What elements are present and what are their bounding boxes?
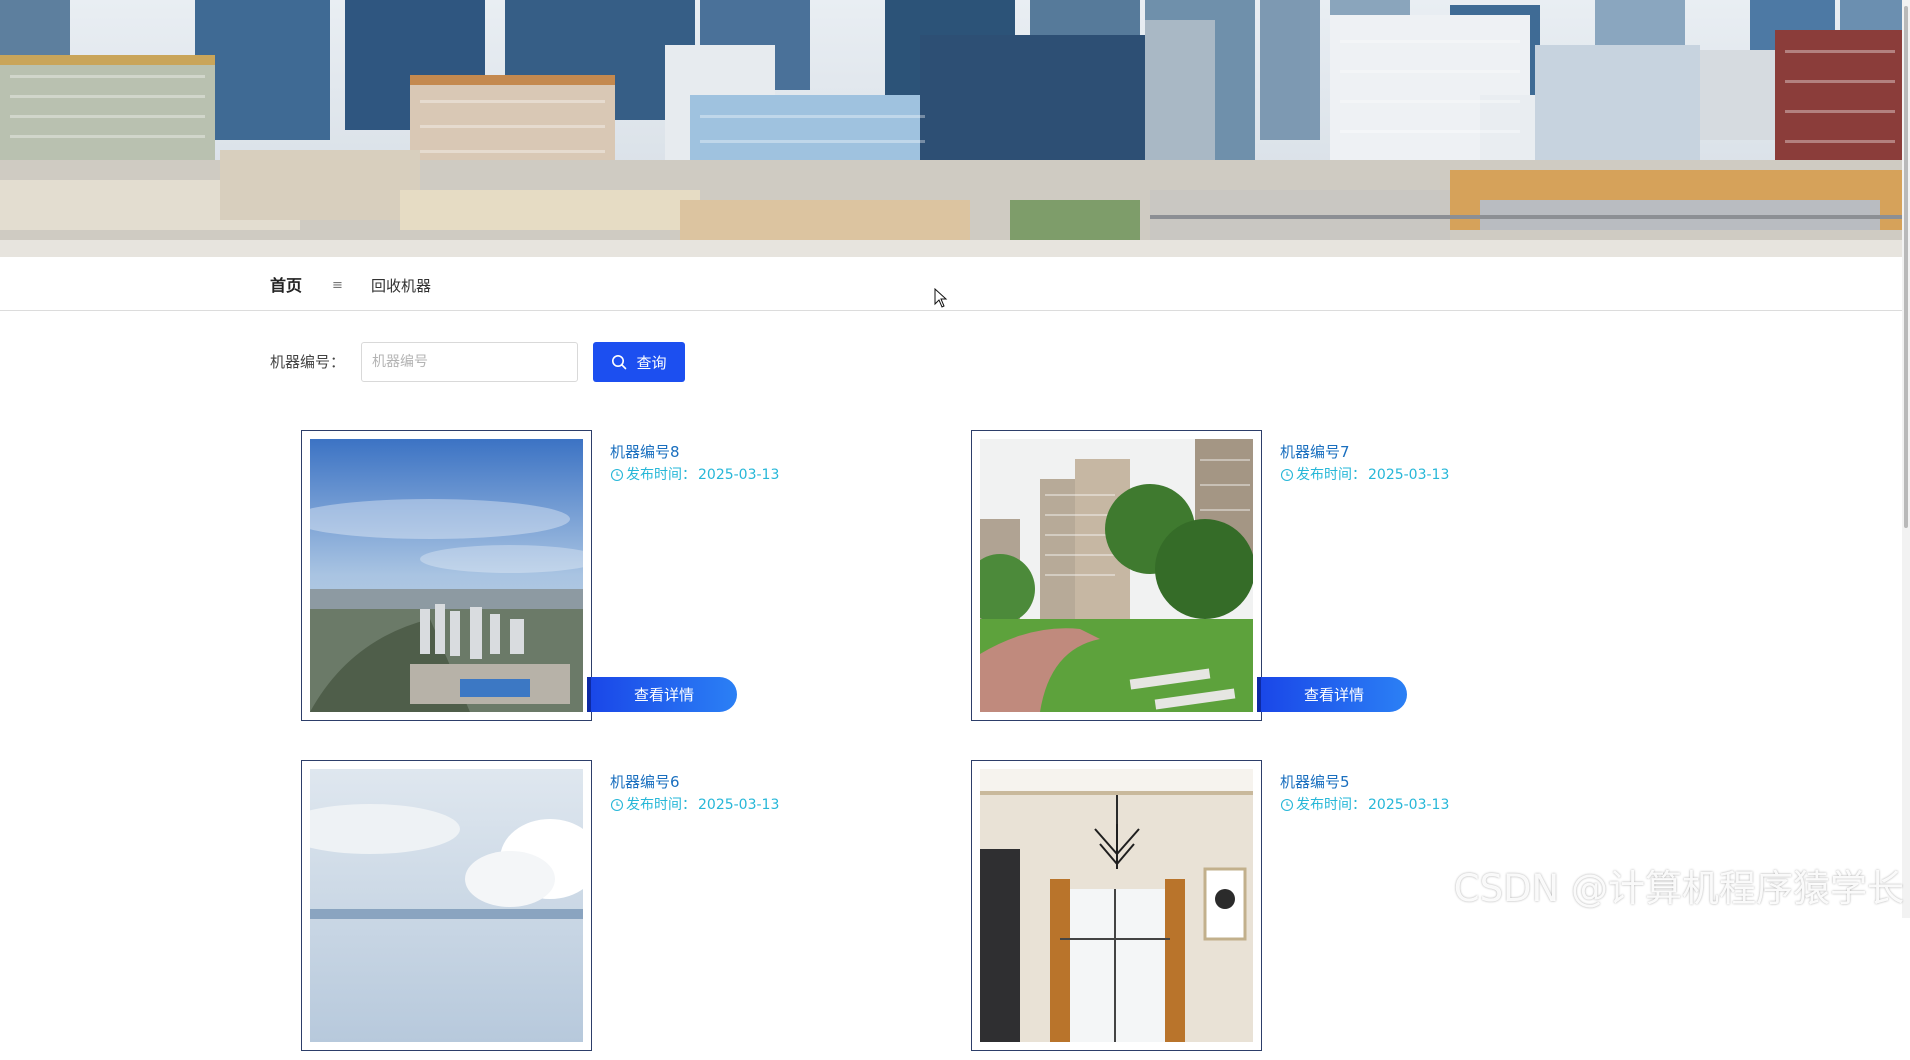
card-date: 发布时间： 2025-03-13 bbox=[610, 466, 779, 484]
search-icon bbox=[611, 354, 627, 370]
main-nav: 首页 ≡ 回收机器 bbox=[0, 257, 1902, 311]
card-date-value: 2025-03-13 bbox=[698, 796, 779, 814]
machine-number-input[interactable] bbox=[361, 342, 578, 382]
card-date-label: 发布时间： bbox=[1296, 796, 1366, 814]
residential-garden-photo bbox=[980, 439, 1253, 712]
mouse-cursor-icon bbox=[934, 288, 948, 308]
banner-image bbox=[0, 0, 1902, 257]
card-thumbnail[interactable] bbox=[301, 760, 592, 1051]
clock-icon bbox=[610, 798, 624, 812]
card-date-value: 2025-03-13 bbox=[1368, 466, 1449, 484]
nav-menu-icon: ≡ bbox=[332, 276, 343, 296]
cloudy-sky-photo bbox=[310, 769, 583, 1042]
aerial-city-photo bbox=[310, 439, 583, 712]
card-date-label: 发布时间： bbox=[626, 466, 696, 484]
city-skyline-illustration bbox=[0, 0, 1902, 257]
nav-recycle-machines[interactable]: 回收机器 bbox=[371, 276, 431, 296]
card-date-label: 发布时间： bbox=[1296, 466, 1366, 484]
search-button-label: 查询 bbox=[636, 352, 666, 373]
card-thumbnail[interactable] bbox=[971, 430, 1262, 721]
card-thumbnail[interactable] bbox=[971, 760, 1262, 1051]
machine-card: 机器编号7 发布时间： 2025-03-13 查看详情 bbox=[971, 430, 1671, 730]
card-thumbnail[interactable] bbox=[301, 430, 592, 721]
card-date: 发布时间： 2025-03-13 bbox=[1280, 466, 1449, 484]
watermark: CSDN @计算机程序猿学长 bbox=[1454, 858, 1904, 912]
card-title[interactable]: 机器编号6 bbox=[610, 773, 680, 791]
search-label: 机器编号： bbox=[270, 352, 345, 372]
card-date-value: 2025-03-13 bbox=[698, 466, 779, 484]
card-date-value: 2025-03-13 bbox=[1368, 796, 1449, 814]
card-title[interactable]: 机器编号5 bbox=[1280, 773, 1350, 791]
machine-card: 机器编号8 发布时间： 2025-03-13 查看详情 bbox=[301, 430, 1001, 730]
card-date-label: 发布时间： bbox=[626, 796, 696, 814]
machine-card: 机器编号6 发布时间： 2025-03-13 bbox=[301, 760, 1001, 1060]
interior-room-photo bbox=[980, 769, 1253, 1042]
search-button[interactable]: 查询 bbox=[593, 342, 685, 382]
clock-icon bbox=[610, 468, 624, 482]
card-title[interactable]: 机器编号7 bbox=[1280, 443, 1350, 461]
clock-icon bbox=[1280, 468, 1294, 482]
card-title[interactable]: 机器编号8 bbox=[610, 443, 680, 461]
page-scrollbar-thumb[interactable] bbox=[1904, 6, 1908, 528]
card-date: 发布时间： 2025-03-13 bbox=[610, 796, 779, 814]
view-details-button[interactable]: 查看详情 bbox=[1257, 677, 1407, 712]
card-date: 发布时间： 2025-03-13 bbox=[1280, 796, 1449, 814]
view-details-button[interactable]: 查看详情 bbox=[587, 677, 737, 712]
clock-icon bbox=[1280, 798, 1294, 812]
nav-home[interactable]: 首页 bbox=[270, 276, 302, 296]
